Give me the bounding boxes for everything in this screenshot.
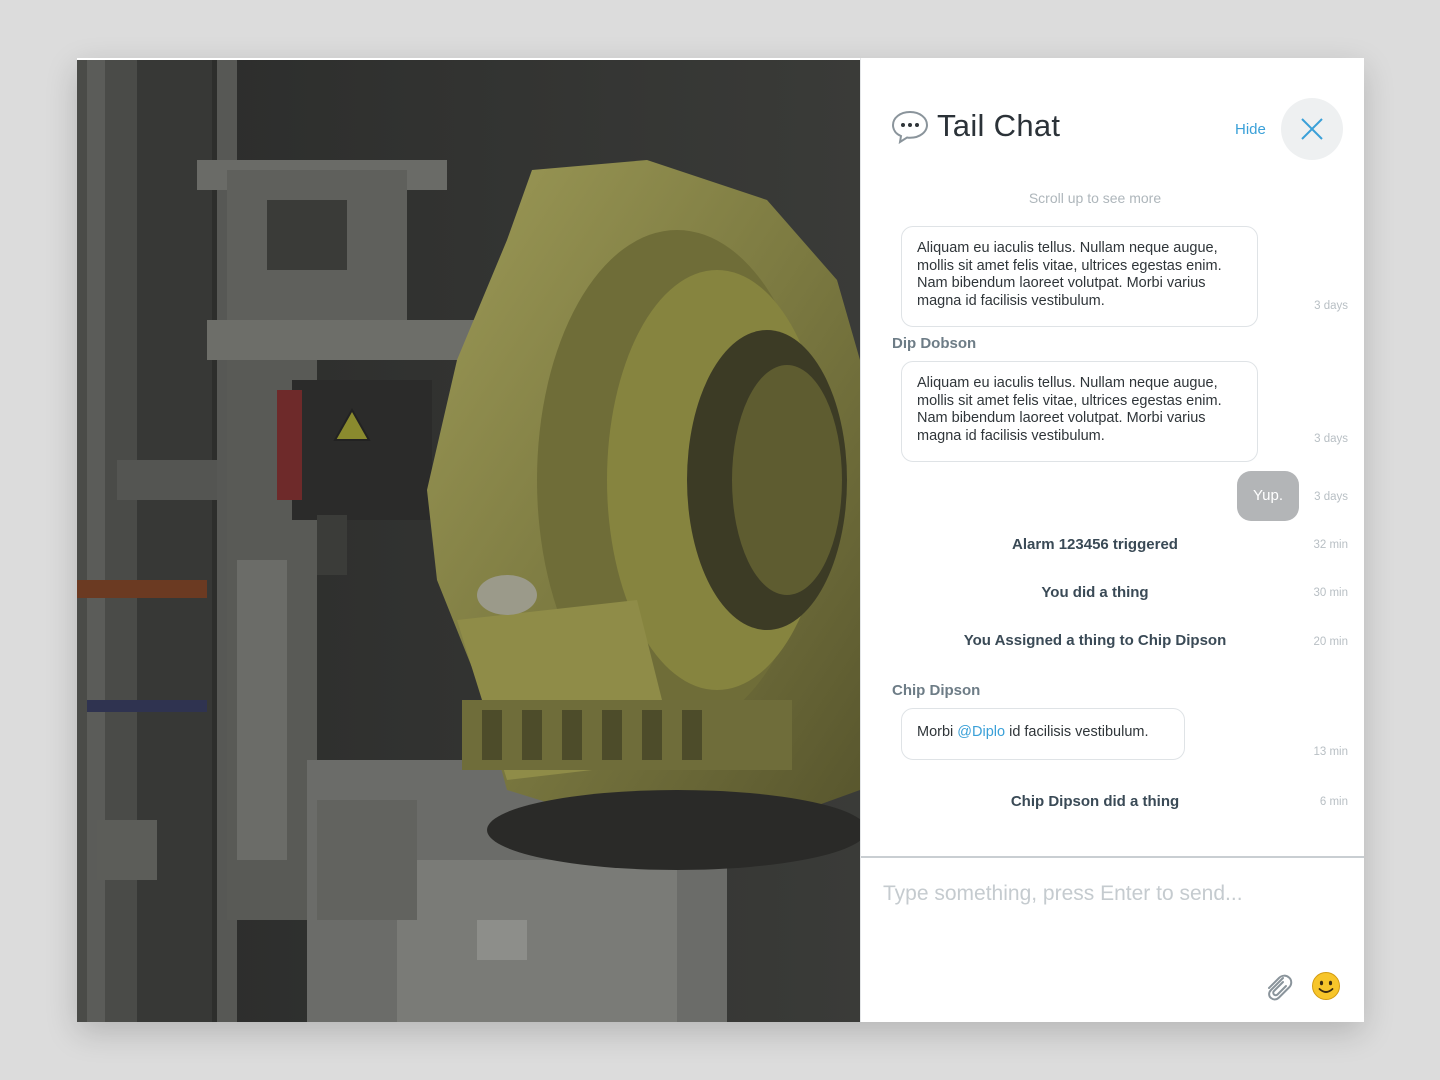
close-button[interactable] (1281, 98, 1343, 160)
scroll-up-hint[interactable]: Scroll up to see more (861, 190, 1329, 206)
close-icon (1301, 118, 1323, 140)
message-timestamp: 6 min (1319, 796, 1348, 808)
message-timestamp: 32 min (1313, 539, 1348, 551)
message-text: id facilisis vestibulum. (1005, 724, 1149, 740)
paperclip-icon (1268, 974, 1293, 1001)
event-message: You did a thing (1041, 584, 1149, 601)
message-timestamp: 13 min (1313, 746, 1348, 758)
attach-button[interactable] (1261, 970, 1295, 1004)
factory-robot-photo (77, 60, 860, 1022)
chat-header: Tail Chat Hide (861, 58, 1364, 208)
app-frame: Tail Chat Hide Scroll up to see more Ali… (77, 58, 1364, 1022)
event-message: You Assigned a thing to Chip Dipson (963, 632, 1227, 649)
message-text: Yup. (1252, 487, 1284, 504)
smiley-icon (1312, 972, 1340, 1000)
event-message: Alarm 123456 triggered (1012, 536, 1178, 553)
message-text: Aliquam eu iaculis tellus. Nullam neque … (917, 375, 1222, 444)
message-text: Aliquam eu iaculis tellus. Nullam neque … (917, 240, 1222, 309)
message-timestamp: 30 min (1313, 587, 1348, 599)
chat-panel: Tail Chat Hide Scroll up to see more Ali… (860, 58, 1364, 1022)
sender-name: Chip Dipson (892, 682, 981, 699)
speech-bubble-icon (891, 110, 929, 145)
user-mention-link[interactable]: @Diplo (957, 724, 1005, 740)
message-timestamp: 3 days (1314, 433, 1348, 445)
own-message-bubble: Yup. (1237, 471, 1299, 521)
event-message: Chip Dipson did a thing (1010, 793, 1180, 810)
hide-link[interactable]: Hide (1235, 121, 1266, 138)
chat-title: Tail Chat (937, 108, 1061, 143)
message-timestamp: 3 days (1314, 300, 1348, 312)
message-text: Morbi (917, 724, 958, 740)
composer-divider (861, 856, 1364, 858)
message-bubble: Aliquam eu iaculis tellus. Nullam neque … (901, 226, 1258, 327)
sender-name: Dip Dobson (892, 335, 977, 352)
message-bubble: Morbi @Diplo id facilisis vestibulum. (901, 708, 1185, 760)
emoji-button[interactable] (1311, 971, 1341, 1001)
message-bubble: Aliquam eu iaculis tellus. Nullam neque … (901, 361, 1258, 462)
message-timestamp: 20 min (1313, 636, 1348, 648)
message-input[interactable] (883, 874, 1343, 914)
message-timestamp: 3 days (1314, 491, 1348, 503)
